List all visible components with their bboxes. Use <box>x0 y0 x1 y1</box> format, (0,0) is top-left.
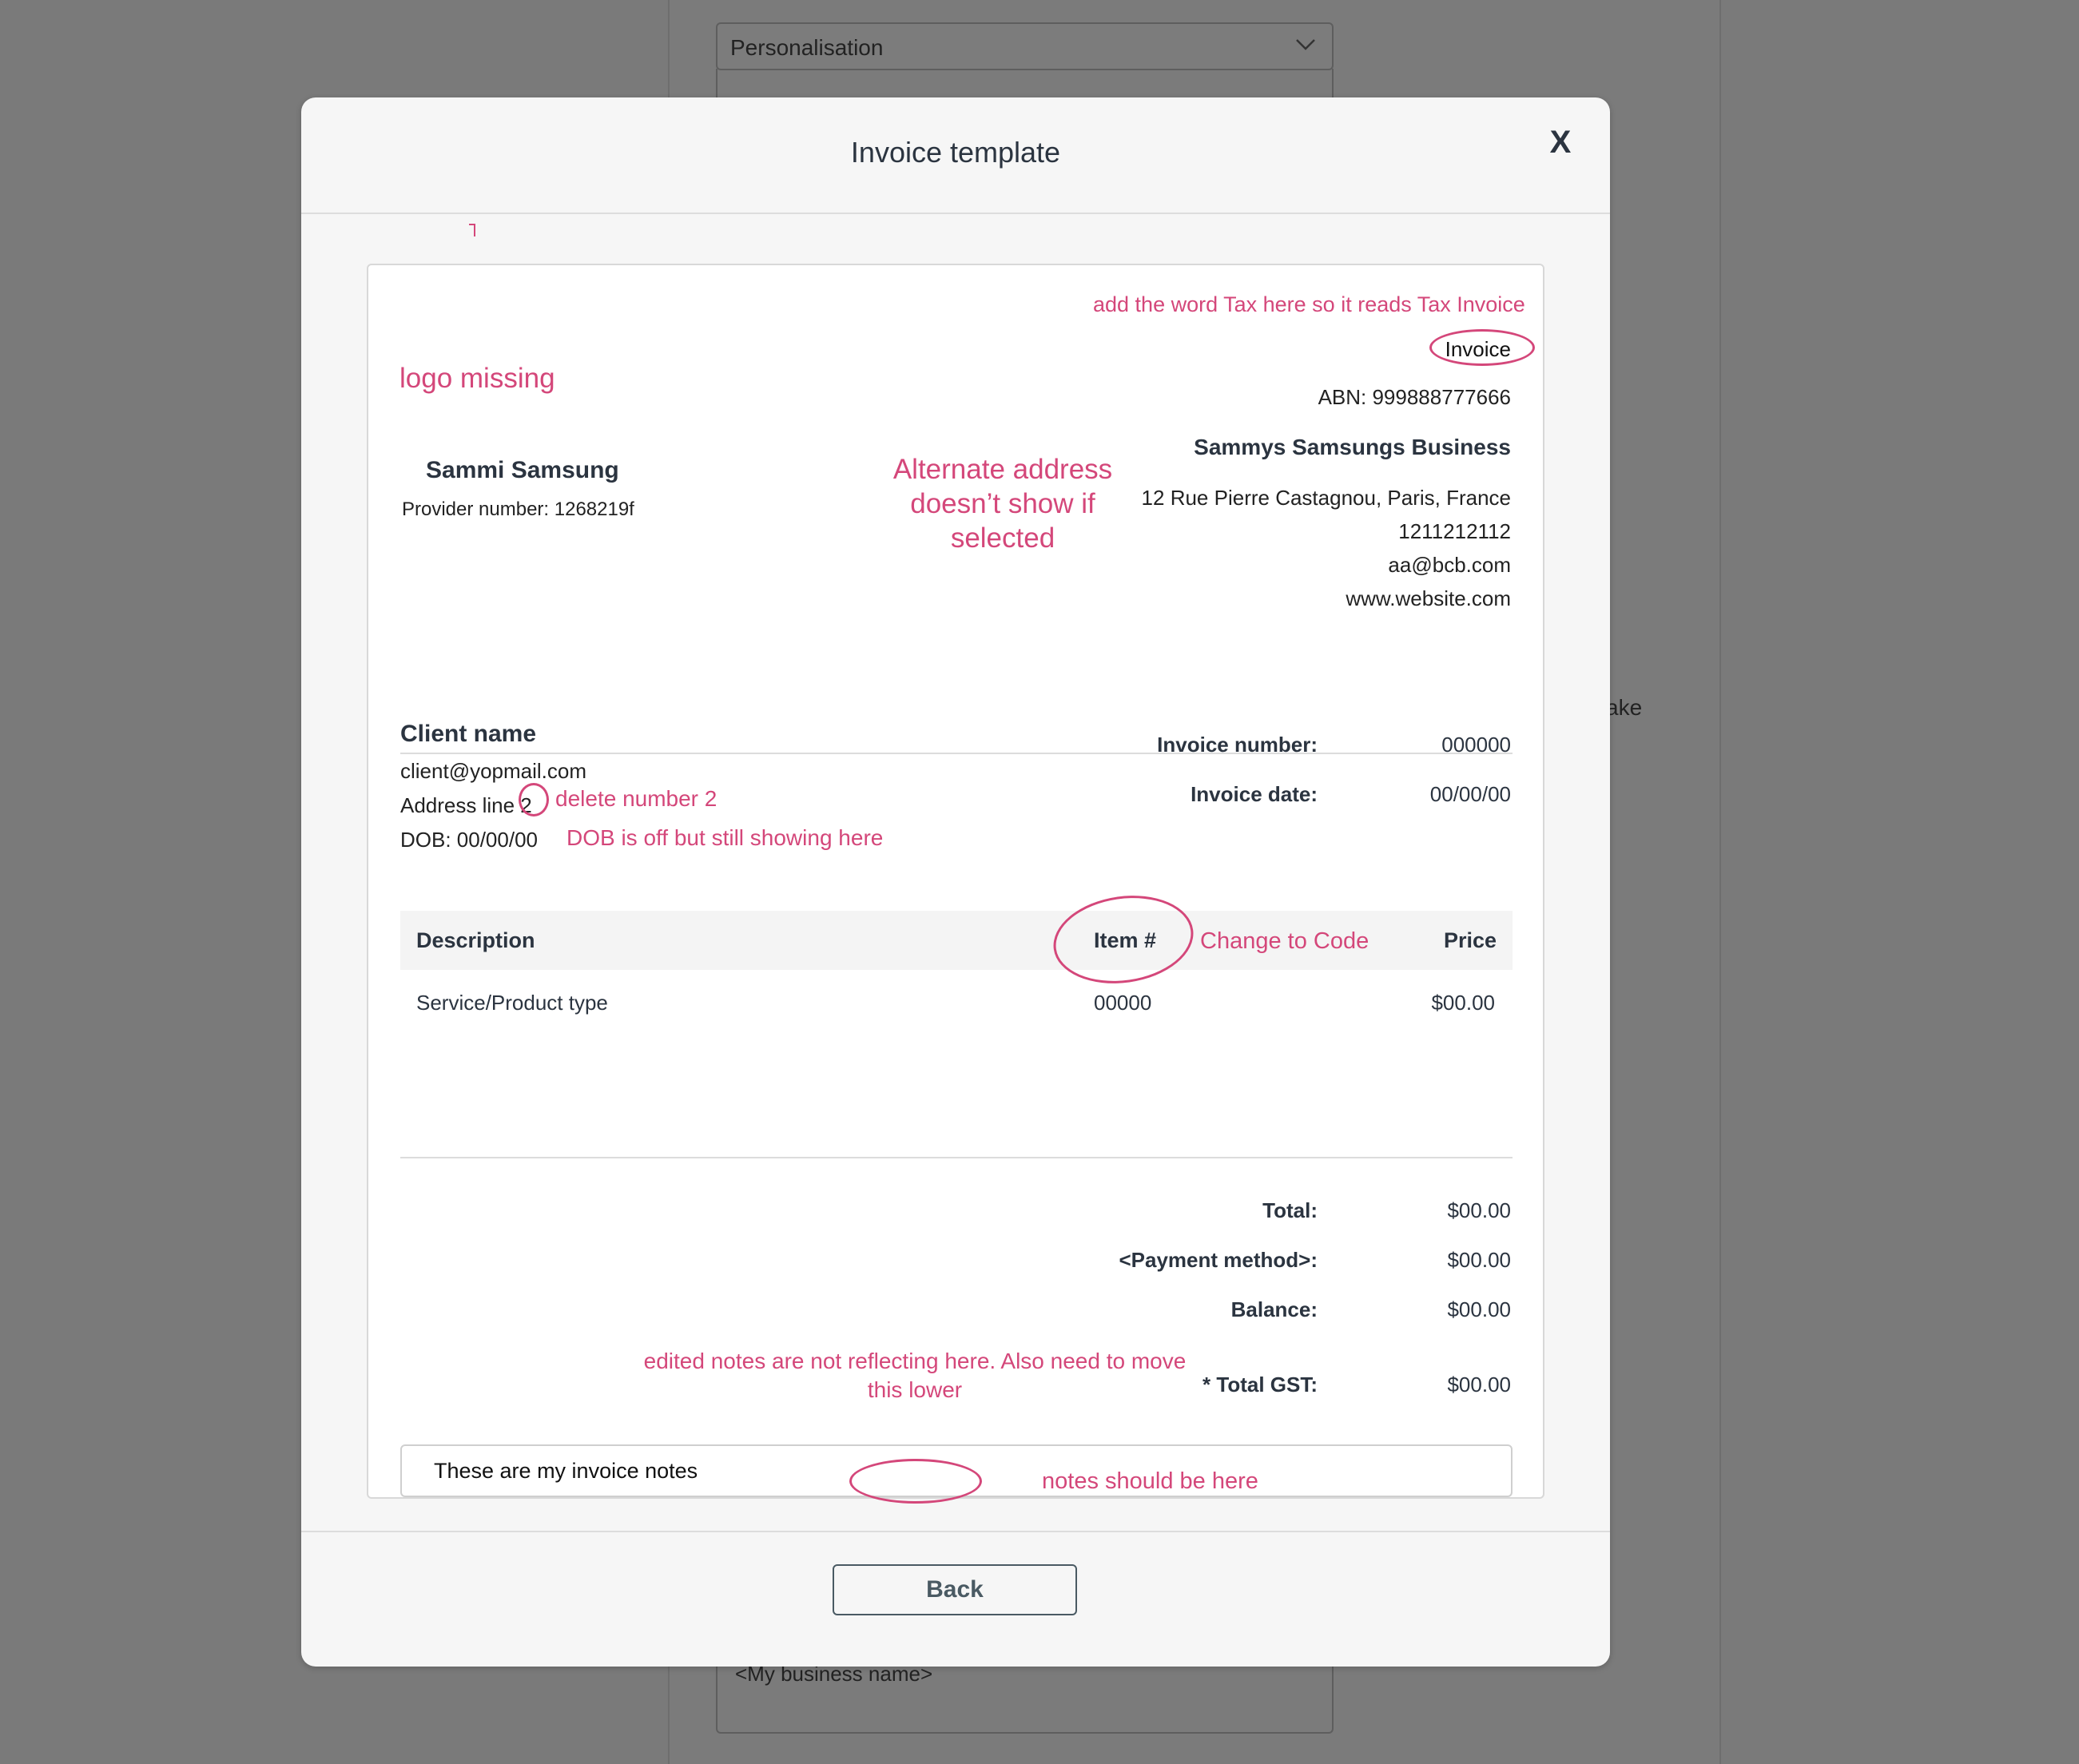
annotation-mark <box>469 224 475 236</box>
business-phone: 1211212112 <box>1398 519 1511 543</box>
annotation-dob: DOB is off but still showing here <box>566 825 884 850</box>
invoice-number-value: 000000 <box>1441 733 1511 757</box>
client-dob: DOB: 00/00/00 <box>400 828 538 852</box>
summary-payment-value: $00.00 <box>1447 1248 1511 1272</box>
annotation-tax: add the word Tax here so it reads Tax In… <box>1093 292 1525 316</box>
provider-name: Sammi Samsung <box>426 457 619 483</box>
client-address: Address line 2 <box>400 793 532 817</box>
invoice-date-label: Invoice date: <box>1191 782 1318 806</box>
invoice-template-modal: Invoice template X Invoice ABN: 99988877… <box>301 97 1610 1667</box>
table-row-item: 00000 <box>1094 991 1152 1015</box>
business-website: www.website.com <box>1346 586 1511 610</box>
summary-gst-value: $00.00 <box>1447 1373 1511 1396</box>
annotation-alt-address-line: selected <box>950 522 1055 554</box>
annotation-notes-here: notes should be here <box>1042 1468 1258 1494</box>
business-name: Sammys Samsungs Business <box>1194 435 1511 459</box>
background-side-text: ake <box>1606 695 1643 720</box>
chevron-down-icon <box>1296 39 1315 50</box>
annotation-circle-invoice <box>1429 329 1535 366</box>
annotation-alt-address-line: Alternate address <box>892 454 1113 485</box>
back-button[interactable]: Back <box>833 1564 1077 1615</box>
table-row-description: Service/Product type <box>416 991 608 1015</box>
annotation-logo: logo missing <box>400 363 555 394</box>
annotation-notes-line: this lower <box>867 1377 963 1402</box>
summary-total-value: $00.00 <box>1447 1198 1511 1222</box>
provider-number: Provider number: 1268219f <box>402 499 634 520</box>
client-email: client@yopmail.com <box>400 759 587 783</box>
invoice-number-label: Invoice number: <box>1157 733 1318 757</box>
abn-text: ABN: 999888777666 <box>1318 385 1511 409</box>
column-header-price: Price <box>1443 928 1497 952</box>
summary-balance-label: Balance: <box>1230 1297 1318 1321</box>
annotation-delete-number: delete number 2 <box>555 786 718 811</box>
annotation-alt-address-line: doesn’t show if <box>910 488 1095 519</box>
divider <box>301 1531 1610 1532</box>
annotation-circle-notes <box>849 1459 982 1504</box>
divider <box>400 753 1513 754</box>
annotation-change-code: Change to Code <box>1200 928 1369 954</box>
business-email: aa@bcb.com <box>1388 553 1511 577</box>
divider <box>301 213 1610 214</box>
background-field <box>716 69 1334 101</box>
summary-total-label: Total: <box>1262 1198 1318 1222</box>
annotation-notes-line: edited notes are not reflecting here. Al… <box>643 1349 1187 1373</box>
divider <box>400 1157 1513 1158</box>
annotation-alt-address: Alternate address doesn’t show if select… <box>879 452 1127 555</box>
client-name: Client name <box>400 721 537 747</box>
business-address: 12 Rue Pierre Castagnou, Paris, France <box>1141 486 1511 510</box>
annotation-circle-address <box>519 783 549 816</box>
invoice-preview: Invoice ABN: 999888777666 Sammys Samsung… <box>367 264 1544 1499</box>
column-header-description: Description <box>416 928 535 952</box>
summary-gst-label: * Total GST: <box>1202 1373 1318 1396</box>
annotation-notes: edited notes are not reflecting here. Al… <box>623 1347 1206 1404</box>
close-button[interactable]: X <box>1543 125 1578 160</box>
summary-balance-value: $00.00 <box>1447 1297 1511 1321</box>
personalisation-select-value: Personalisation <box>730 35 884 60</box>
invoice-date-value: 00/00/00 <box>1429 782 1511 806</box>
summary-payment-label: <Payment method>: <box>1119 1248 1318 1272</box>
modal-title: Invoice template <box>850 136 1061 169</box>
personalisation-select[interactable]: Personalisation <box>716 22 1334 70</box>
table-row-price: $00.00 <box>1431 991 1495 1015</box>
